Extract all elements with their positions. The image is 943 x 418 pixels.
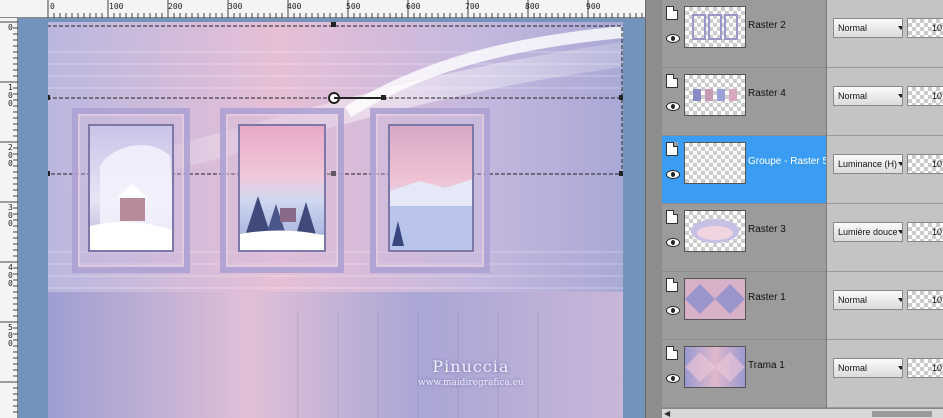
blend-mode-value: Normal — [838, 295, 868, 305]
layer-type-icon — [666, 346, 678, 360]
ruler-top-label: 600 — [406, 2, 421, 11]
ruler-left-label: 500 — [8, 323, 13, 348]
ruler-top-label: 0 — [50, 2, 55, 11]
ruler-left-label: 400 — [8, 263, 13, 288]
opacity-field[interactable]: 10 — [907, 222, 943, 242]
layer-properties-row: Lumière douce 10 — [827, 204, 943, 272]
dropdown-arrow-icon — [898, 366, 902, 370]
opacity-field[interactable]: 10 — [907, 290, 943, 310]
opacity-field[interactable]: 10 — [907, 86, 943, 106]
scroll-left-icon[interactable]: ◀ — [664, 409, 670, 418]
layer-row-selected[interactable]: Groupe - Raster 5 — [662, 136, 829, 204]
ruler-top-ticks — [47, 0, 643, 18]
blend-mode-select[interactable]: Luminance (H) — [833, 154, 903, 174]
layer-properties-row: Normal 10 — [827, 340, 943, 408]
canvas-area[interactable]: 0 100 200 300 400 500 600 700 800 900 0 … — [0, 0, 645, 418]
ruler-top-label: 100 — [109, 2, 124, 11]
ruler-left-label: 200 — [8, 143, 13, 168]
layer-thumbnail — [684, 142, 746, 184]
layer-properties-row: Normal 10 — [827, 68, 943, 136]
ruler-top-label: 500 — [346, 2, 361, 11]
panel-splitter[interactable] — [645, 0, 662, 418]
image-canvas[interactable]: Pinuccia www.maidiregrafica.eu — [48, 22, 623, 418]
layer-properties-row: Luminance (H) 10 — [827, 136, 943, 204]
ruler-top-label: 900 — [586, 2, 601, 11]
visibility-eye-icon[interactable] — [666, 170, 680, 179]
blend-mode-value: Normal — [838, 363, 868, 373]
visibility-eye-icon[interactable] — [666, 238, 680, 247]
dropdown-arrow-icon — [898, 94, 902, 98]
horizontal-scrollbar[interactable]: ◀ — [662, 408, 943, 418]
opacity-field[interactable]: 10 — [907, 154, 943, 174]
ruler-top-label: 700 — [465, 2, 480, 11]
layer-type-icon — [666, 142, 678, 156]
layer-type-icon — [666, 74, 678, 88]
layer-name: Groupe - Raster 5 — [748, 156, 829, 167]
opacity-field[interactable]: 10 — [907, 18, 943, 38]
ruler-top: 0 100 200 300 400 500 600 700 800 900 — [0, 0, 645, 18]
layers-panel: Raster 2 Raster 4 Groupe - Raster 5 Rast… — [662, 0, 943, 418]
ruler-top-label: 800 — [525, 2, 540, 11]
layer-type-icon — [666, 6, 678, 20]
visibility-eye-icon[interactable] — [666, 374, 680, 383]
dropdown-arrow-icon — [898, 298, 902, 302]
ruler-top-label: 200 — [168, 2, 183, 11]
winter-village-image — [238, 124, 326, 252]
blend-mode-value: Normal — [838, 23, 868, 33]
ruler-top-label: 400 — [287, 2, 302, 11]
layer-row[interactable]: Raster 1 — [662, 272, 826, 340]
layer-properties-row: Normal 10 — [827, 0, 943, 68]
layer-name: Raster 3 — [748, 224, 786, 235]
blend-mode-value: Normal — [838, 91, 868, 101]
ruler-left: 0 100 200 300 400 500 — [0, 18, 18, 418]
ruler-top-label: 300 — [228, 2, 243, 11]
watermark: Pinuccia www.maidiregrafica.eu — [418, 357, 524, 388]
dropdown-arrow-icon — [898, 230, 902, 234]
layer-name: Raster 1 — [748, 292, 786, 303]
ruler-left-label: 300 — [8, 203, 13, 228]
layer-name: Raster 4 — [748, 88, 786, 99]
winter-mountain-image — [388, 124, 474, 252]
layer-thumbnail — [684, 278, 746, 320]
watermark-url: www.maidiregrafica.eu — [418, 378, 524, 388]
layer-name: Raster 2 — [748, 20, 786, 31]
dropdown-arrow-icon — [898, 162, 902, 166]
layer-row[interactable]: Raster 4 — [662, 68, 826, 136]
visibility-eye-icon[interactable] — [666, 34, 680, 43]
layer-name: Trama 1 — [748, 360, 785, 371]
blend-mode-select[interactable]: Normal — [833, 18, 903, 38]
layer-properties-row: Normal 10 — [827, 272, 943, 340]
opacity-field[interactable]: 10 — [907, 358, 943, 378]
blend-mode-select[interactable]: Normal — [833, 290, 903, 310]
blend-mode-select[interactable]: Normal — [833, 86, 903, 106]
ruler-left-label: 0 — [8, 23, 13, 32]
layer-row[interactable]: Trama 1 — [662, 340, 826, 408]
scroll-thumb[interactable] — [872, 411, 932, 417]
layer-row[interactable]: Raster 3 — [662, 204, 826, 272]
layer-properties: Normal 10 Normal 10 Luminance (H) 10 Lum… — [826, 0, 943, 418]
visibility-eye-icon[interactable] — [666, 102, 680, 111]
winter-cabin-image — [88, 124, 174, 252]
dropdown-arrow-icon — [898, 26, 902, 30]
layer-thumbnail — [684, 210, 746, 252]
layer-row[interactable]: Raster 2 — [662, 0, 826, 68]
blend-mode-value: Lumière douce — [838, 227, 898, 237]
layer-type-icon — [666, 278, 678, 292]
layer-type-icon — [666, 210, 678, 224]
ruler-left-label: 100 — [8, 83, 13, 108]
visibility-eye-icon[interactable] — [666, 306, 680, 315]
blend-mode-value: Luminance (H) — [838, 159, 898, 169]
layer-thumbnail — [684, 74, 746, 116]
layer-thumbnail — [684, 346, 746, 388]
watermark-name: Pinuccia — [432, 357, 510, 376]
layers-list: Raster 2 Raster 4 Groupe - Raster 5 Rast… — [662, 0, 829, 418]
blend-mode-select[interactable]: Lumière douce — [833, 222, 903, 242]
blend-mode-select[interactable]: Normal — [833, 358, 903, 378]
layer-thumbnail — [684, 6, 746, 48]
